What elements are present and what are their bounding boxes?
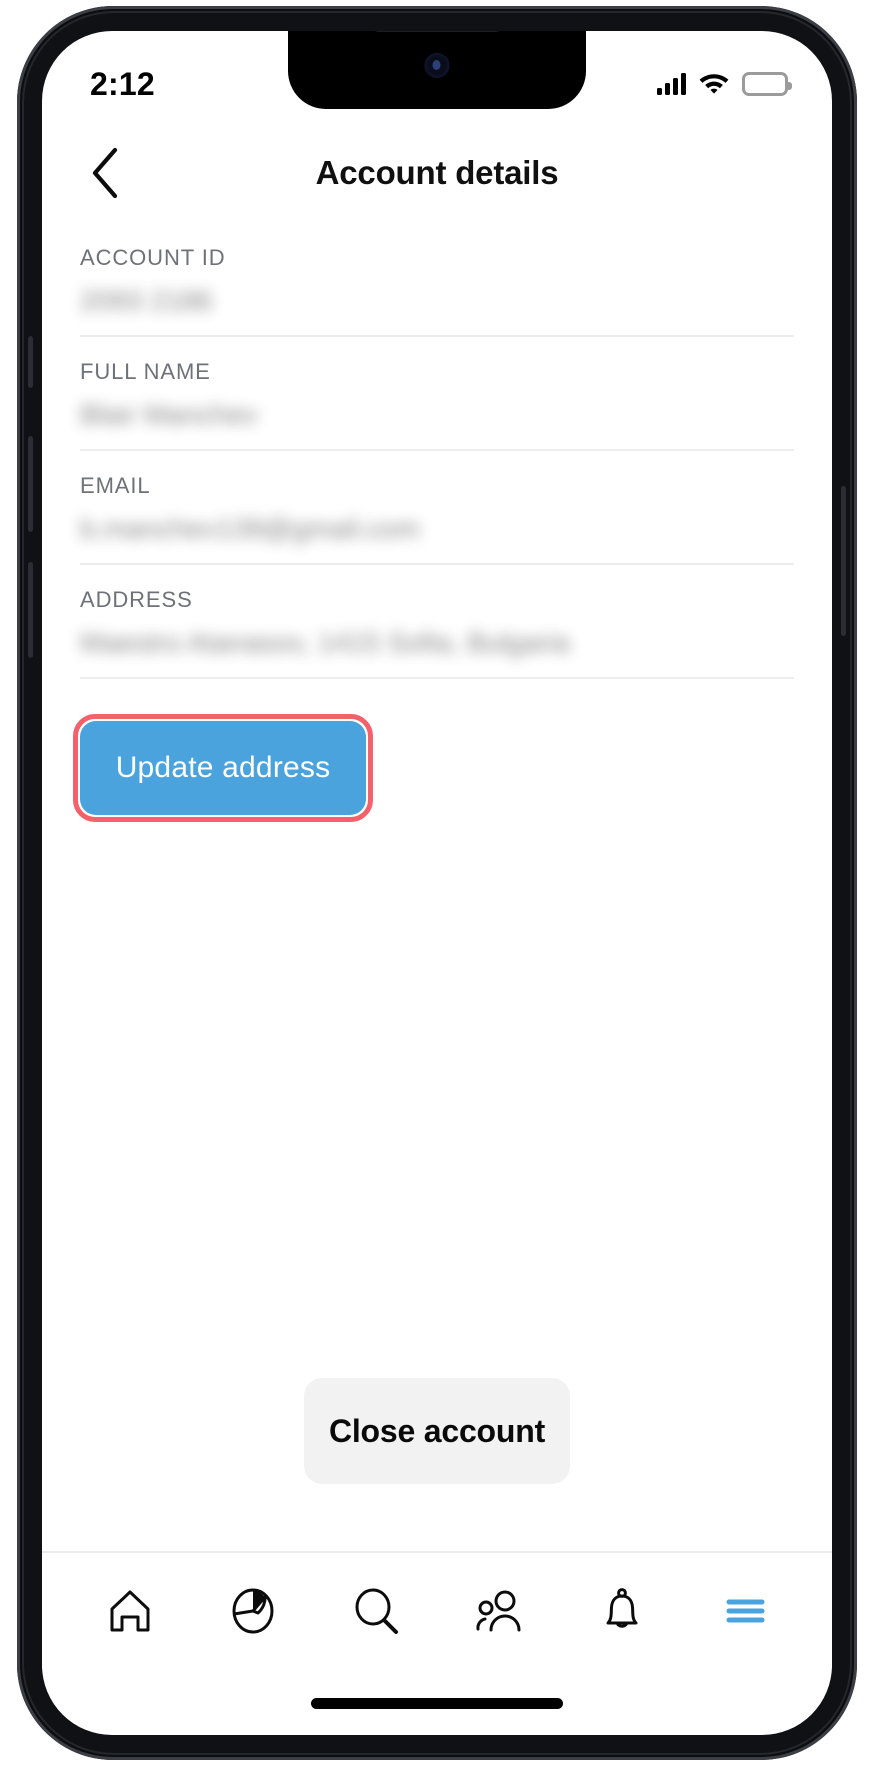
power-button[interactable] [841,486,846,636]
nav-item-analytics[interactable] [210,1568,296,1654]
field-address: ADDRESS Maestro Atanasov, 1415 Sofia, Bu… [80,565,794,679]
phone-screen: 2:12 Account details ACCOUNT ID 2093 218… [42,31,832,1735]
app-header: Account details [42,123,832,223]
account-field-list: ACCOUNT ID 2093 2186 FULL NAME Blair Man… [42,223,832,679]
home-icon [110,1590,149,1632]
field-label: EMAIL [80,473,151,498]
pie-chart-icon [232,1588,273,1634]
field-email: EMAIL b.manchev139@gmail.com [80,451,794,565]
home-indicator [311,1698,563,1709]
field-label: FULL NAME [80,359,211,384]
close-account-section: Close account [42,1378,832,1484]
field-value-redacted: Maestro Atanasov, 1415 Sofia, Bulgaria [80,627,570,658]
account-details-content: ACCOUNT ID 2093 2186 FULL NAME Blair Man… [42,223,832,1735]
field-value-redacted: Blair Manchev [80,399,258,430]
earpiece-speaker [373,31,501,32]
nav-item-notifications[interactable] [579,1568,665,1654]
battery-full-icon [742,72,792,96]
close-account-button[interactable]: Close account [304,1378,570,1484]
update-address-section: Update address [42,679,832,822]
search-icon [355,1588,398,1634]
field-label: ACCOUNT ID [80,245,226,270]
status-bar-time: 2:12 [90,65,155,102]
cellular-signal-icon [657,73,686,95]
nav-item-menu[interactable] [702,1568,788,1654]
bell-icon [606,1588,637,1628]
field-account-id: ACCOUNT ID 2093 2186 [80,223,794,337]
front-camera [424,53,450,78]
volume-down-button[interactable] [28,562,33,658]
wifi-icon [697,69,731,99]
hamburger-menu-icon [726,1599,764,1623]
screenshot-stage: 2:12 Account details ACCOUNT ID 2093 218… [0,0,874,1766]
field-value-redacted: b.manchev139@gmail.com [80,513,420,544]
nav-item-home[interactable] [87,1568,173,1654]
silent-switch[interactable] [28,336,33,388]
volume-up-button[interactable] [28,436,33,532]
update-address-button[interactable]: Update address [73,714,373,822]
bottom-navigation-bar [42,1551,832,1669]
field-value-redacted: 2093 2186 [80,285,213,316]
nav-item-search[interactable] [333,1568,419,1654]
field-full-name: FULL NAME Blair Manchev [80,337,794,451]
display-notch [288,31,586,109]
status-bar-icons [657,69,792,99]
field-label: ADDRESS [80,587,193,612]
back-button[interactable] [74,142,136,204]
people-icon [475,1590,520,1632]
nav-item-people[interactable] [456,1568,542,1654]
chevron-left-icon [92,147,118,199]
page-title: Account details [315,154,559,191]
